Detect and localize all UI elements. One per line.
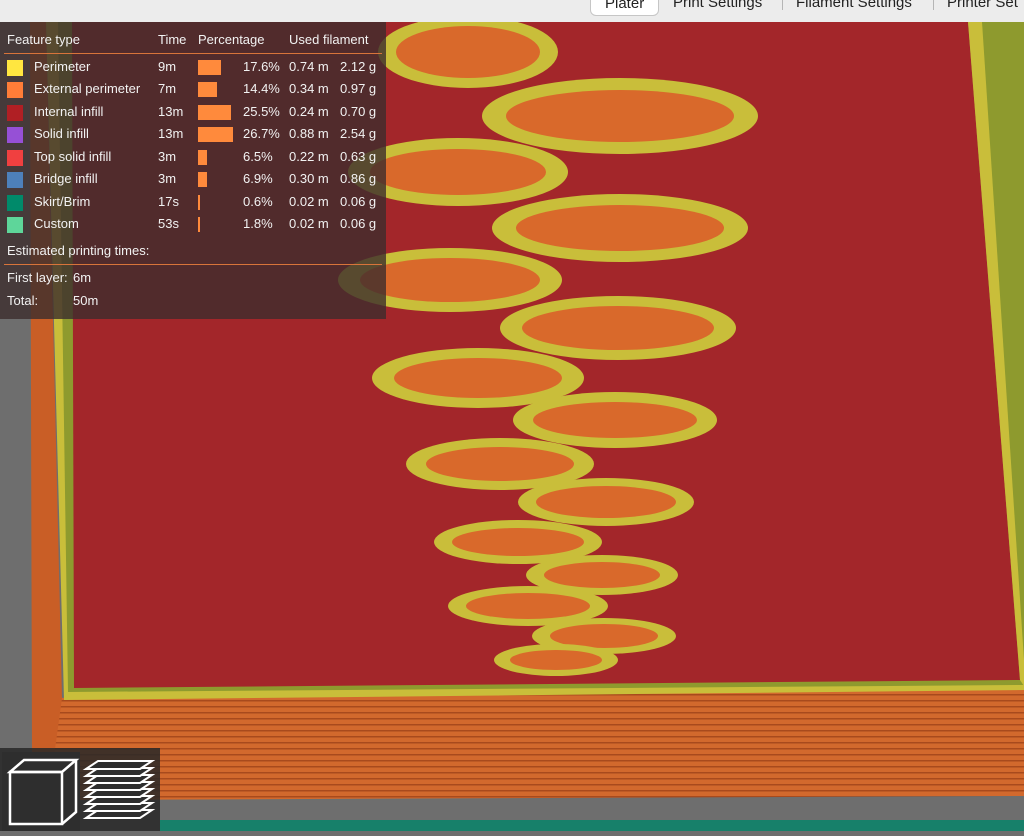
feature-time: 7m [158, 81, 177, 96]
first-layer-label: First layer: [7, 270, 68, 285]
legend-row[interactable]: Bridge infill 3m 6.9% 0.30 m 0.86 g [0, 168, 386, 190]
feature-name: External perimeter [34, 81, 141, 96]
feature-name: Solid infill [34, 126, 89, 141]
tab-printer-settings[interactable]: Printer Set [933, 0, 1024, 14]
legend-row[interactable]: External perimeter 7m 14.4% 0.34 m 0.97 … [0, 78, 386, 100]
feature-time: 53s [158, 216, 179, 231]
feature-weight: 0.86 g [340, 171, 377, 186]
gcode-legend-panel: Feature type Time Percentage Used filame… [0, 22, 386, 319]
total-time: Total: 50m [0, 290, 386, 312]
feature-weight: 0.70 g [340, 104, 377, 119]
feature-percentage: 6.5% [243, 149, 273, 164]
feature-percentage: 14.4% [243, 81, 280, 96]
feature-time: 13m [158, 126, 184, 141]
feature-percentage: 25.5% [243, 104, 280, 119]
feature-name: Skirt/Brim [34, 194, 91, 209]
legend-row[interactable]: Perimeter 9m 17.6% 0.74 m 2.12 g [0, 56, 386, 78]
bottom-status-strip [160, 820, 1024, 831]
feature-name: Bridge infill [34, 171, 98, 186]
percentage-bar [198, 60, 222, 75]
percentage-bar [198, 217, 201, 232]
feature-name: Top solid infill [34, 149, 112, 164]
feature-time: 3m [158, 149, 177, 164]
feature-name: Internal infill [34, 104, 104, 119]
header-time: Time [158, 32, 187, 47]
estimated-divider [4, 264, 382, 265]
color-swatch [7, 217, 23, 233]
first-layer-value: 6m [73, 270, 92, 285]
total-label: Total: [7, 293, 39, 308]
color-swatch [7, 105, 23, 121]
cube-view-icon [6, 758, 80, 826]
feature-weight: 0.63 g [340, 149, 377, 164]
feature-weight: 0.97 g [340, 81, 377, 96]
header-divider [4, 53, 382, 54]
estimated-times-title: Estimated printing times: [7, 243, 150, 258]
color-swatch [7, 195, 23, 211]
layers-view-button[interactable] [80, 752, 158, 831]
estimated-times-heading: Estimated printing times: [0, 240, 386, 262]
total-value: 50m [73, 293, 99, 308]
feature-length: 0.02 m [289, 216, 329, 231]
color-swatch [7, 127, 23, 143]
header-used-filament: Used filament [289, 32, 369, 47]
feature-weight: 2.54 g [340, 126, 377, 141]
percentage-bar [198, 172, 208, 187]
color-swatch [7, 150, 23, 166]
feature-percentage: 0.6% [243, 194, 273, 209]
feature-name: Perimeter [34, 59, 91, 74]
header-percentage: Percentage [198, 32, 265, 47]
feature-length: 0.02 m [289, 194, 329, 209]
feature-length: 0.74 m [289, 59, 329, 74]
view-mode-toolbar [0, 748, 160, 831]
legend-header: Feature type Time Percentage Used filame… [0, 29, 386, 51]
percentage-bar [198, 195, 200, 210]
percentage-bar [198, 105, 232, 120]
feature-length: 0.22 m [289, 149, 329, 164]
feature-percentage: 26.7% [243, 126, 280, 141]
feature-weight: 0.06 g [340, 194, 377, 209]
feature-weight: 0.06 g [340, 216, 377, 231]
percentage-bar [198, 82, 217, 97]
feature-length: 0.24 m [289, 104, 329, 119]
feature-time: 17s [158, 194, 179, 209]
feature-length: 0.34 m [289, 81, 329, 96]
feature-length: 0.88 m [289, 126, 329, 141]
feature-time: 3m [158, 171, 177, 186]
tab-filament-settings[interactable]: Filament Settings [782, 0, 926, 14]
legend-row[interactable]: Top solid infill 3m 6.5% 0.22 m 0.63 g [0, 146, 386, 168]
feature-time: 9m [158, 59, 177, 74]
settings-tab-bar: Plater Print Settings Filament Settings … [0, 0, 1024, 23]
cube-view-button[interactable] [2, 752, 80, 831]
feature-name: Custom [34, 216, 79, 231]
legend-row[interactable]: Custom 53s 1.8% 0.02 m 0.06 g [0, 213, 386, 235]
color-swatch [7, 172, 23, 188]
tab-plater[interactable]: Plater [590, 0, 660, 16]
color-swatch [7, 60, 23, 76]
feature-weight: 2.12 g [340, 59, 377, 74]
feature-length: 0.30 m [289, 171, 329, 186]
feature-percentage: 17.6% [243, 59, 280, 74]
layers-view-icon [82, 760, 156, 819]
feature-percentage: 6.9% [243, 171, 273, 186]
percentage-bar [198, 150, 207, 165]
legend-row[interactable]: Internal infill 13m 25.5% 0.24 m 0.70 g [0, 101, 386, 123]
legend-row[interactable]: Solid infill 13m 26.7% 0.88 m 2.54 g [0, 123, 386, 145]
print-front-wall [48, 688, 1024, 800]
percentage-bar [198, 127, 233, 142]
legend-row[interactable]: Skirt/Brim 17s 0.6% 0.02 m 0.06 g [0, 191, 386, 213]
first-layer-time: First layer: 6m [0, 267, 386, 289]
feature-time: 13m [158, 104, 184, 119]
color-swatch [7, 82, 23, 98]
header-feature-type: Feature type [7, 32, 80, 47]
tab-print-settings[interactable]: Print Settings [659, 0, 776, 14]
feature-percentage: 1.8% [243, 216, 273, 231]
